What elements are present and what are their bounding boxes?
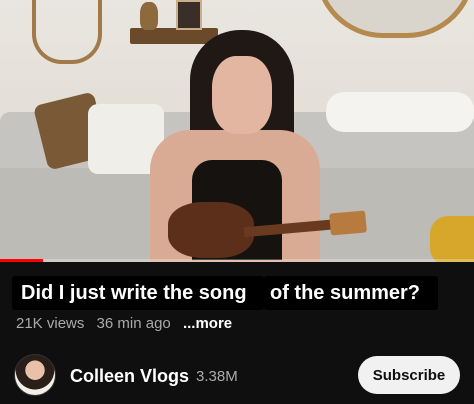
avatar[interactable] [14, 354, 56, 396]
subscriber-count: 3.38M [196, 368, 238, 385]
video-title[interactable]: Did I just write the song of the summer? [12, 276, 464, 310]
vase [140, 2, 158, 30]
ukulele-head [329, 210, 367, 236]
channel-row: Colleen Vlogs 3.38M Subscribe [14, 352, 464, 398]
ukulele-body [168, 202, 254, 258]
more-link[interactable]: ...more [183, 315, 232, 332]
video-player[interactable] [0, 0, 474, 262]
wall-shelf-decor [32, 0, 102, 64]
channel-name[interactable]: Colleen Vlogs [70, 366, 189, 387]
view-count: 21K views [16, 315, 85, 332]
yellow-pillow [430, 216, 474, 262]
video-meta: 21K views 36 min ago ...more [16, 315, 232, 332]
person-face [212, 56, 272, 134]
title-line-part-1: Did I just write the song [21, 282, 247, 304]
picture-frame [176, 0, 202, 30]
mirror [315, 0, 474, 38]
right-pillow [326, 92, 474, 132]
title-line-part-2: of the summer? [270, 282, 421, 304]
subscribe-button[interactable]: Subscribe [358, 356, 460, 394]
upload-age: 36 min ago [96, 315, 171, 332]
progress-bar-fill [0, 259, 43, 262]
progress-bar[interactable] [0, 259, 474, 262]
wall-shelf [130, 28, 218, 44]
